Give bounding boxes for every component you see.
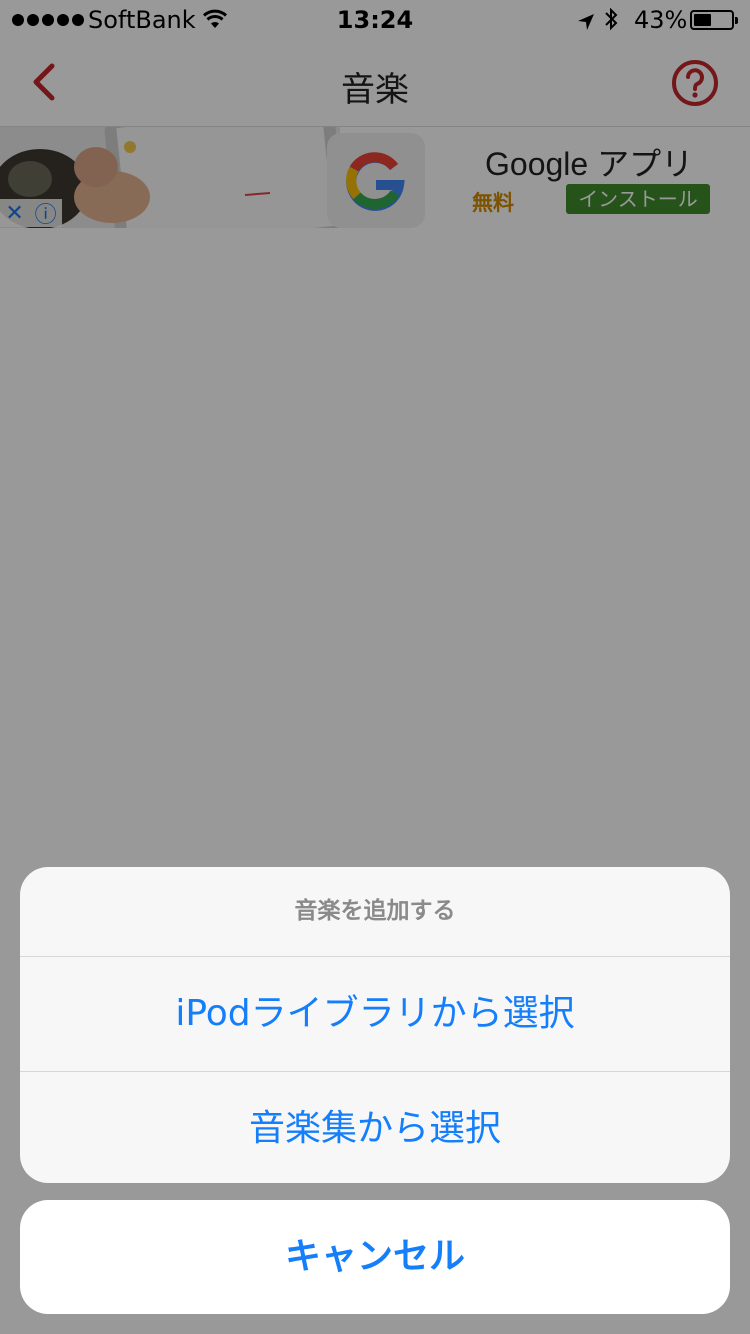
select-from-music-collection-button[interactable]: 音楽集から選択 [20, 1071, 730, 1183]
cancel-button[interactable]: キャンセル [20, 1200, 730, 1314]
action-sheet: 音楽を追加する iPodライブラリから選択 音楽集から選択 [20, 867, 730, 1183]
select-from-ipod-library-button[interactable]: iPodライブラリから選択 [20, 957, 730, 1071]
action-sheet-title: 音楽を追加する [20, 867, 730, 957]
screen: SoftBank 13:24 43% 音楽 ✕ ⓘ Google アプリ 無料 … [0, 0, 750, 1334]
